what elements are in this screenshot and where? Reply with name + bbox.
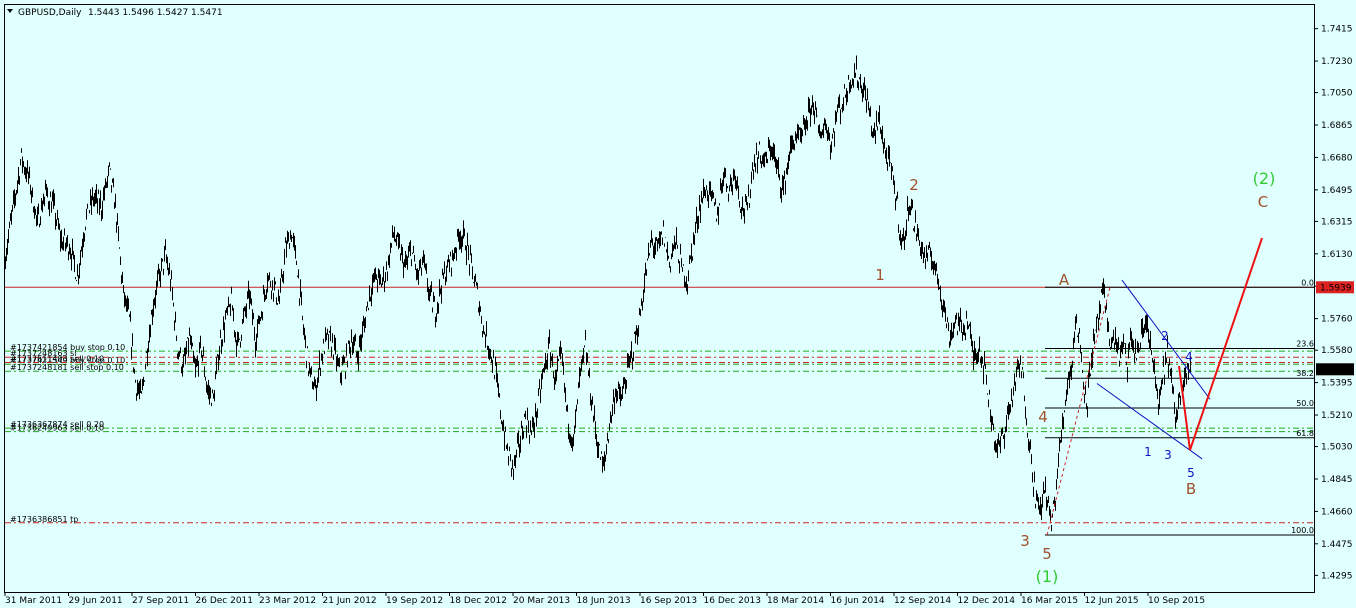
fib-label-4: 61.8 xyxy=(1296,429,1314,438)
y-tick-label-4: 1.6680 xyxy=(1321,153,1353,163)
x-tick-label-7: 18 Dec 2012 xyxy=(450,596,508,606)
x-tick-label-4: 23 Mar 2012 xyxy=(259,596,316,606)
y-tick-label-1: 1.7230 xyxy=(1321,57,1353,67)
y-tick-label-17: 1.4295 xyxy=(1321,571,1353,581)
wave-label-7: B xyxy=(1186,480,1196,498)
fib-label-3: 50.0 xyxy=(1296,399,1314,408)
resistance-price-tag: 1.5939 xyxy=(1320,283,1352,293)
ohlc-values: 1.5443 1.5496 1.5427 1.5471 xyxy=(88,8,223,18)
x-tick-label-14: 12 Sep 2014 xyxy=(894,596,951,606)
y-tick-label-15: 1.4660 xyxy=(1321,507,1353,517)
x-tick-label-17: 12 Jun 2015 xyxy=(1085,596,1139,606)
wave-label-14: 5 xyxy=(1187,466,1195,480)
x-tick-label-0: 31 Mar 2011 xyxy=(5,596,62,606)
plot-area xyxy=(4,4,1315,593)
current-price-tag: 1.5471 xyxy=(1320,365,1352,375)
x-tick-label-10: 16 Sep 2013 xyxy=(640,596,697,606)
order-label-6: #1736249963 sell 0.10 xyxy=(10,424,104,433)
x-tick-label-6: 19 Sep 2012 xyxy=(386,596,443,606)
wave-label-11: 2 xyxy=(1161,329,1169,343)
order-label-4: #1737248181 sell stop 0.10 xyxy=(10,363,124,372)
x-tick-label-15: 12 Dec 2014 xyxy=(958,596,1016,606)
x-tick-label-8: 20 Mar 2013 xyxy=(513,596,570,606)
y-tick-label-13: 1.5030 xyxy=(1321,443,1353,453)
fib-label-5: 100.0 xyxy=(1291,526,1314,535)
x-tick-label-5: 21 Jun 2012 xyxy=(323,596,377,606)
chart-window[interactable]: GBPUSD,Daily 1.5443 1.5496 1.5427 1.5471… xyxy=(0,0,1356,608)
x-tick-label-13: 16 Jun 2014 xyxy=(831,596,885,606)
x-tick-label-16: 16 Mar 2015 xyxy=(1021,596,1078,606)
x-tick-label-1: 29 Jun 2011 xyxy=(69,596,123,606)
y-tick-label-0: 1.7415 xyxy=(1321,25,1353,35)
fib-label-1: 23.6 xyxy=(1296,339,1314,348)
y-tick-label-6: 1.6315 xyxy=(1321,217,1353,227)
wave-label-4: 5 xyxy=(1042,545,1052,563)
y-axis: 1.7415 1.7230 1.7050 1.6865 1.6680 1.6495 1.63… xyxy=(1314,25,1353,581)
x-tick-label-2: 27 Sep 2011 xyxy=(132,596,189,606)
wave-label-5: (1) xyxy=(1036,567,1059,586)
y-tick-label-7: 1.6130 xyxy=(1321,250,1353,260)
wave-label-3: 4 xyxy=(1038,408,1048,426)
price-chart[interactable]: GBPUSD,Daily 1.5443 1.5496 1.5427 1.5471… xyxy=(0,0,1356,608)
wave-label-9: (2) xyxy=(1253,169,1276,188)
y-tick-label-11: 1.5395 xyxy=(1321,379,1353,389)
fib-label-2: 38.2 xyxy=(1296,369,1314,378)
y-tick-label-2: 1.7050 xyxy=(1321,89,1353,99)
fib-label-0: 0.0 xyxy=(1301,278,1314,287)
y-tick-label-12: 1.5210 xyxy=(1321,411,1353,421)
wave-label-1: 2 xyxy=(909,176,919,194)
wave-label-8: C xyxy=(1258,193,1268,211)
y-tick-label-16: 1.4475 xyxy=(1321,540,1353,550)
wave-label-6: A xyxy=(1059,271,1070,289)
y-tick-label-9: 1.5760 xyxy=(1321,315,1353,325)
y-tick-label-3: 1.6865 xyxy=(1321,121,1353,131)
wave-label-10: 1 xyxy=(1144,445,1152,459)
x-axis: 31 Mar 2011 29 Jun 2011 27 Sep 2011 26 Dec … xyxy=(4,592,1205,606)
x-tick-label-3: 26 Dec 2011 xyxy=(196,596,254,606)
x-tick-label-12: 18 Mar 2014 xyxy=(767,596,824,606)
wave-label-0: 1 xyxy=(875,266,885,284)
x-tick-label-11: 16 Dec 2013 xyxy=(704,596,762,606)
price-tags: 1.5939 1.5471 xyxy=(1316,281,1354,376)
y-tick-label-14: 1.4845 xyxy=(1321,475,1353,485)
x-tick-label-18: 10 Sep 2015 xyxy=(1148,596,1205,606)
symbol-label: GBPUSD,Daily xyxy=(18,8,82,18)
wave-label-13: 4 xyxy=(1185,350,1193,364)
order-label-7: #1736386851 tp xyxy=(10,515,78,524)
x-tick-label-9: 18 Jun 2013 xyxy=(577,596,631,606)
order-label-3: #1737611403 sell 0.10 xyxy=(10,354,104,363)
y-tick-label-10: 1.5580 xyxy=(1321,346,1353,356)
wave-label-2: 3 xyxy=(1020,532,1030,550)
y-tick-label-5: 1.6495 xyxy=(1321,186,1353,196)
wave-label-12: 3 xyxy=(1164,448,1172,462)
